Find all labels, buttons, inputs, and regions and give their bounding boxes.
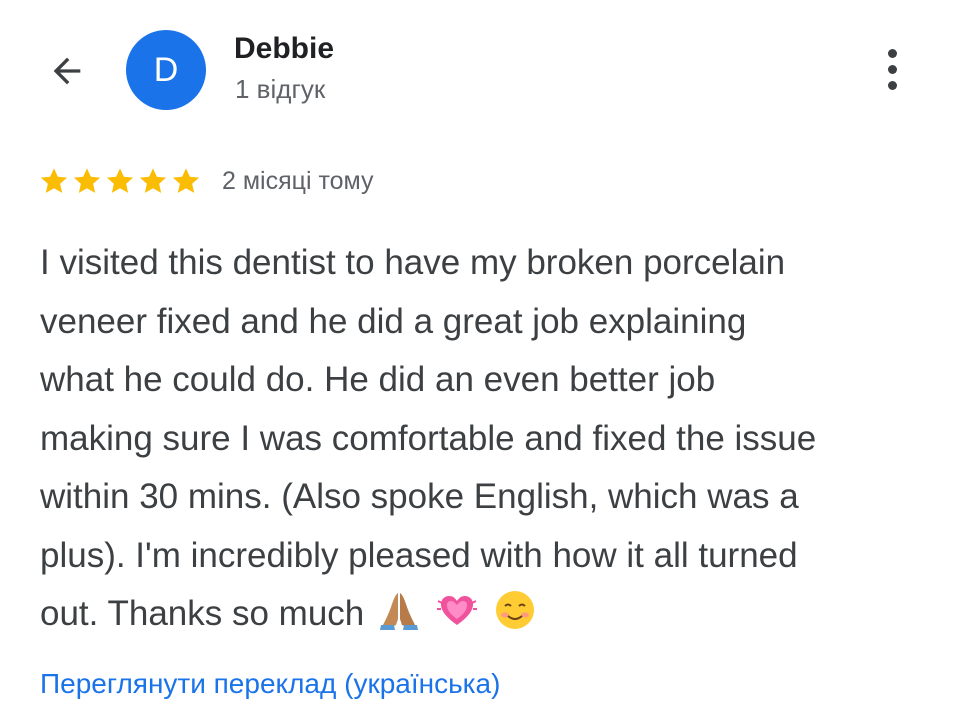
review-text-line: plus). I'm incredibly pleased with how i… <box>40 535 798 575</box>
review-text-line: I visited this dentist to have my broken… <box>40 243 786 282</box>
review-text-line: out. Thanks so much <box>40 594 365 633</box>
review-text: I visited this dentist to have my broken… <box>40 234 930 644</box>
more-vertical-icon-dot <box>887 64 897 74</box>
beating-heart-emoji <box>437 596 478 625</box>
review-text-line: veneer fixed and he did a great job expl… <box>40 301 747 341</box>
review-text-line-last: out. Thanks so much <box>40 585 930 644</box>
see-translation-link[interactable]: Переглянути переклад (українська) <box>40 668 500 700</box>
more-options-button[interactable] <box>870 44 914 94</box>
rating-row: 2 місяці тому <box>38 165 374 197</box>
star-icon <box>73 168 101 193</box>
review-date: 2 місяці тому <box>222 166 374 195</box>
review-text-line: what he could do. He did an even better … <box>40 360 716 399</box>
star-icon <box>40 168 68 193</box>
smiling-face-emoji <box>496 591 535 629</box>
more-vertical-icon <box>887 48 897 58</box>
emoji-group <box>378 589 536 631</box>
star-icon <box>139 168 167 193</box>
folded-hands-emoji <box>380 593 419 630</box>
review-count: 1 відгук <box>235 74 326 104</box>
arrow-left-icon <box>53 57 81 85</box>
star-icon <box>106 168 134 193</box>
more-vertical-icon-dot <box>887 80 897 90</box>
review-page: D Debbie 1 відгук 2 місяці тому I visite… <box>0 0 959 715</box>
review-text-line: making sure I was comfortable and fixed … <box>40 418 817 458</box>
back-button[interactable] <box>40 44 94 98</box>
star-rating <box>38 165 202 197</box>
review-text-line: within 30 mins. (Also spoke English, whi… <box>40 477 799 516</box>
avatar-letter: D <box>153 50 179 89</box>
reviewer-name[interactable]: Debbie <box>234 32 334 66</box>
star-icon <box>172 168 200 193</box>
avatar[interactable]: D <box>126 30 206 110</box>
